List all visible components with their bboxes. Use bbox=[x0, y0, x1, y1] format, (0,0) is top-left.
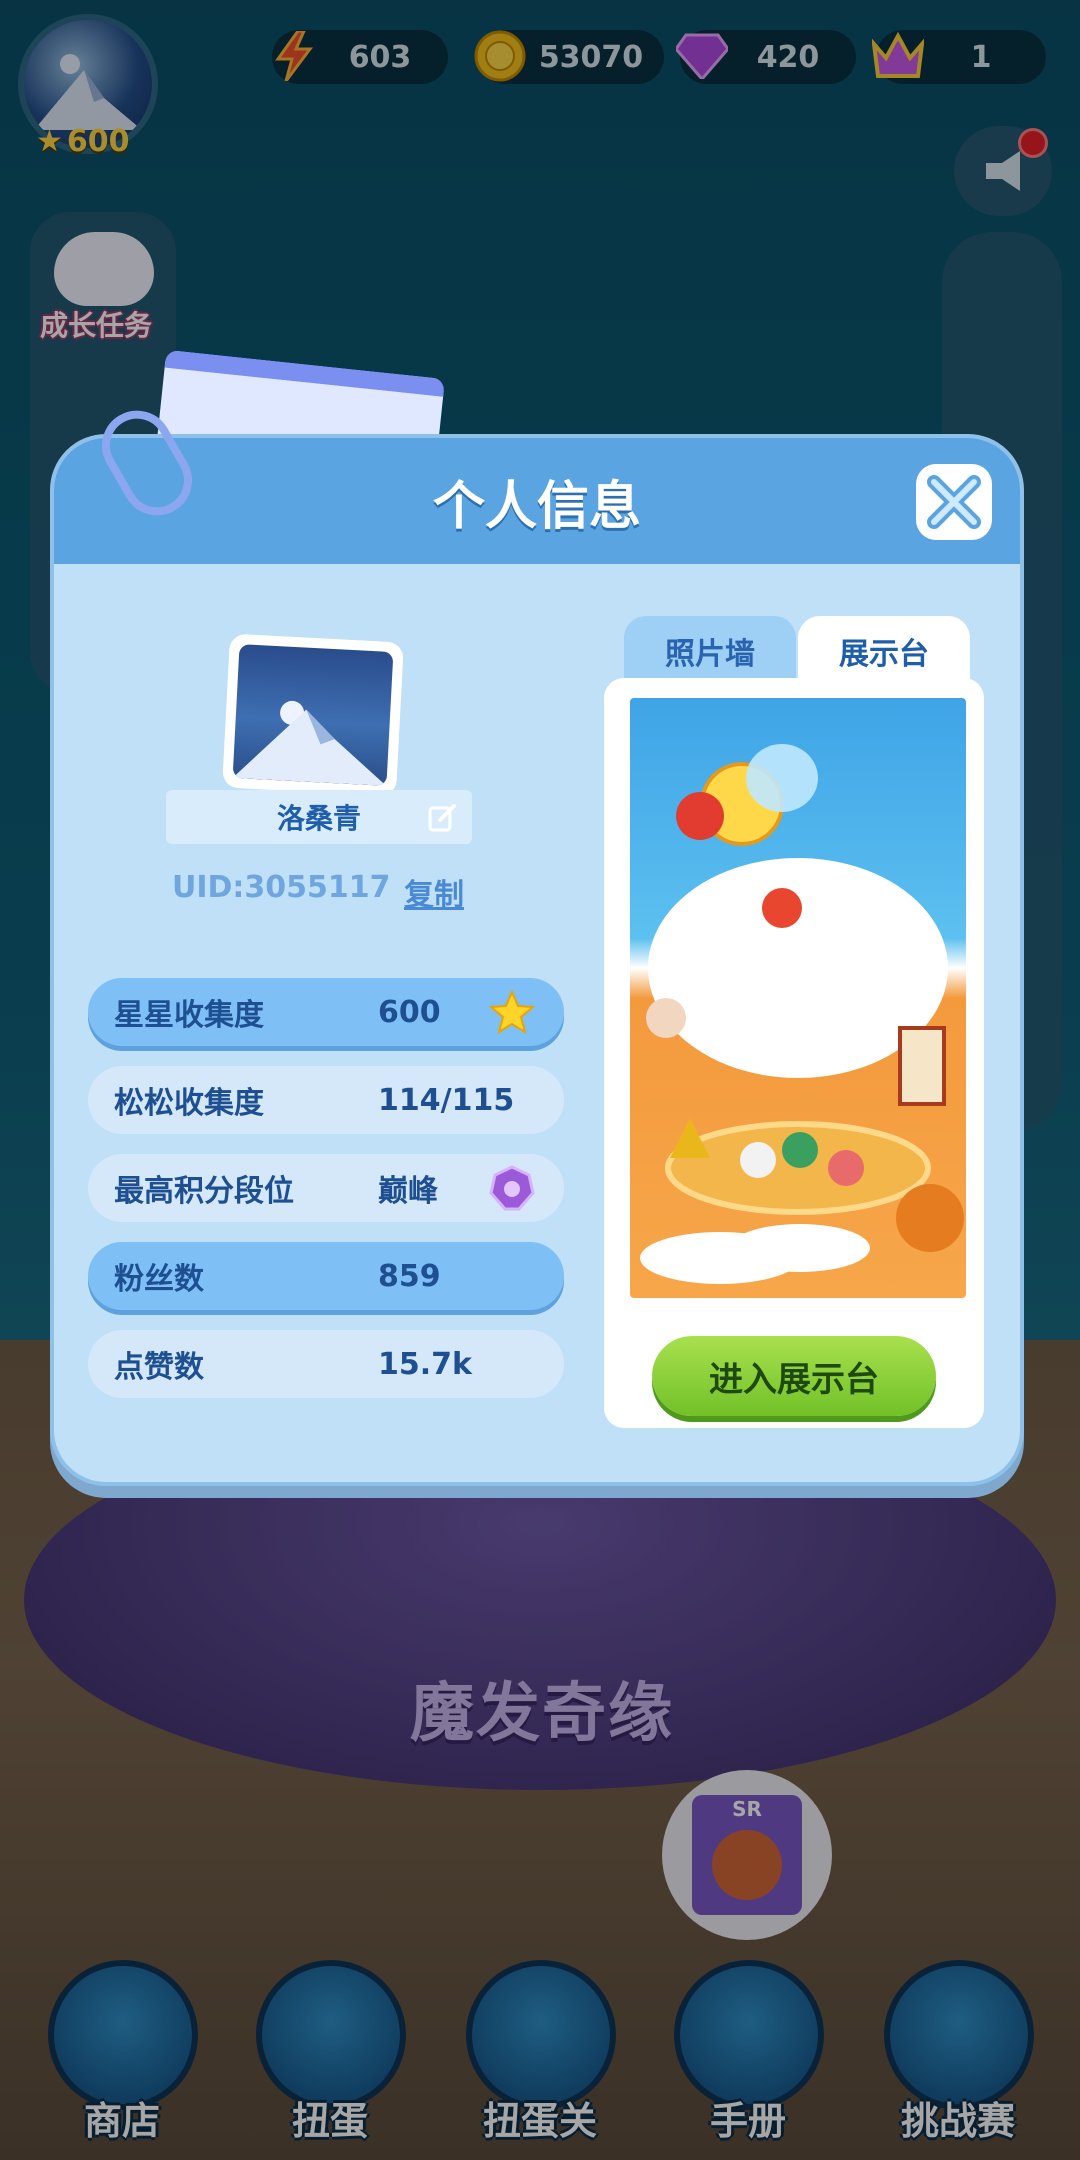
tab-photo-wall[interactable]: 照片墙 bbox=[624, 616, 796, 686]
stat-label: 点赞数 bbox=[114, 1350, 204, 1385]
star-icon bbox=[486, 986, 538, 1038]
stat-label: 最高积分段位 bbox=[114, 1174, 294, 1209]
stat-label: 星星收集度 bbox=[114, 998, 264, 1033]
edit-icon[interactable] bbox=[428, 802, 458, 832]
player-uid: UID:3055117 bbox=[172, 870, 391, 905]
stat-value: 859 bbox=[378, 1258, 441, 1294]
stat-row-likes: 点赞数 15.7k bbox=[88, 1330, 564, 1398]
stat-row-highest-rank: 最高积分段位 巅峰 bbox=[88, 1154, 564, 1222]
stat-row-followers: 粉丝数 859 bbox=[88, 1242, 564, 1310]
player-name: 洛桑青 bbox=[276, 802, 361, 835]
enter-showcase-button[interactable]: 进入展示台 bbox=[652, 1336, 936, 1416]
stat-row-star-collection: 星星收集度 600 bbox=[88, 978, 564, 1046]
rank-badge-icon bbox=[486, 1162, 538, 1214]
stat-value: 114/115 bbox=[378, 1082, 515, 1118]
stat-value: 15.7k bbox=[378, 1346, 472, 1382]
stat-value: 600 bbox=[378, 994, 441, 1030]
stat-label: 粉丝数 bbox=[114, 1262, 204, 1297]
profile-modal: 个人信息 洛桑青 UID:3055117 复制 星星收集度 600 松松收集度 … bbox=[50, 434, 1024, 1486]
tab-showcase[interactable]: 展示台 bbox=[798, 616, 970, 686]
stat-label: 松松收集度 bbox=[114, 1086, 264, 1121]
copy-uid-link[interactable]: 复制 bbox=[404, 870, 464, 914]
stat-value: 巅峰 bbox=[378, 1174, 438, 1209]
modal-header: 个人信息 bbox=[54, 438, 1020, 564]
stat-row-tsum-collection: 松松收集度 114/115 bbox=[88, 1066, 564, 1134]
profile-photo[interactable] bbox=[222, 633, 404, 797]
close-button[interactable] bbox=[916, 464, 992, 540]
player-name-box[interactable]: 洛桑青 bbox=[166, 790, 472, 844]
modal-title: 个人信息 bbox=[432, 477, 641, 537]
close-icon bbox=[927, 475, 981, 529]
showcase-preview-image[interactable] bbox=[630, 698, 966, 1298]
